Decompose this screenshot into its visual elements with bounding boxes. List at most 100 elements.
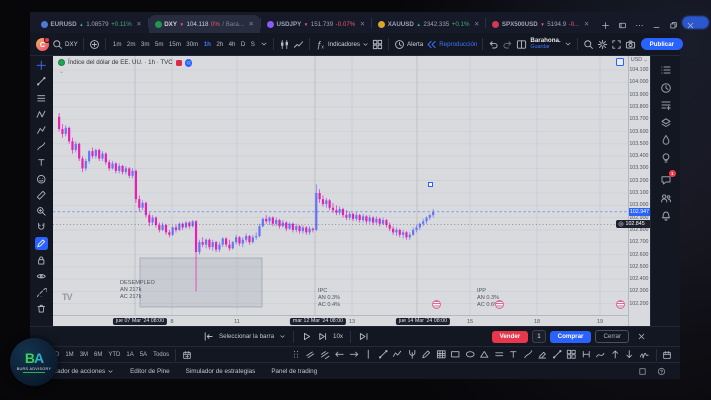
range-todos[interactable]: Todos: [153, 352, 169, 358]
fullscreen-button[interactable]: [611, 39, 622, 50]
link-tool[interactable]: [35, 286, 48, 299]
eraser-tool-icon[interactable]: [537, 349, 548, 360]
xabcd-pattern-tool[interactable]: [35, 108, 48, 121]
timeframe-3m[interactable]: 3m: [139, 40, 152, 49]
chevron-down-icon[interactable]: [279, 333, 286, 340]
fib-retracement-tool[interactable]: [35, 91, 48, 104]
range-1m[interactable]: 1M: [65, 352, 73, 358]
chart-pane[interactable]: Índice del dólar de EE. UU. · 1h · TVC ⌄…: [53, 56, 628, 315]
object-tree-icon[interactable]: [660, 116, 672, 128]
timeframe-1m[interactable]: 1m: [111, 40, 124, 49]
compare-button[interactable]: [89, 39, 100, 50]
measure-tool-icon[interactable]: [581, 349, 592, 360]
lock-all-tool[interactable]: [35, 253, 48, 266]
redo-button[interactable]: [502, 39, 513, 50]
ray-right-tool-icon[interactable]: [349, 349, 360, 360]
undo-button[interactable]: [488, 39, 499, 50]
close-window-button[interactable]: [686, 21, 695, 30]
news-icon[interactable]: [660, 98, 672, 110]
legend-collapse-chevron[interactable]: ⌄: [59, 68, 64, 75]
brush-tool[interactable]: [35, 140, 48, 153]
timeframe-5m[interactable]: 5m: [153, 40, 166, 49]
vertical-line-tool-icon[interactable]: [363, 349, 374, 360]
minimize-button[interactable]: [652, 21, 661, 30]
legend-red-icon[interactable]: [176, 60, 182, 66]
indicators-button[interactable]: ƒx Indicadores: [315, 39, 369, 50]
range-3m[interactable]: 3M: [80, 352, 88, 358]
timeframe-D[interactable]: D: [239, 40, 248, 49]
close-replay-icon[interactable]: [637, 332, 646, 341]
quick-search-button[interactable]: [583, 39, 594, 50]
signature-tool-icon[interactable]: [639, 349, 650, 360]
timeframe-4h[interactable]: 4h: [226, 40, 237, 49]
browser-tab-dxy[interactable]: DXY▼104.1180%/ Bara...✕: [149, 15, 260, 33]
range-1a[interactable]: 1A: [126, 352, 133, 358]
snapshot-camera-icon[interactable]: [625, 39, 636, 50]
ruler-tool[interactable]: [35, 189, 48, 202]
timeframe-1h[interactable]: 1h: [202, 40, 214, 49]
rectangle-tool-icon[interactable]: [450, 349, 461, 360]
chevron-down-icon[interactable]: [260, 40, 268, 48]
bottom-tab-2[interactable]: Editor de Pine: [130, 368, 170, 375]
legend-replay-icon[interactable]: [185, 59, 193, 67]
zoom-in-tool[interactable]: [35, 205, 48, 218]
arrow-up-tool-icon[interactable]: [610, 349, 621, 360]
economic-event-flag-icon[interactable]: [616, 300, 625, 309]
replay-handle[interactable]: [428, 182, 433, 187]
ideas-icon[interactable]: [660, 151, 672, 163]
close-position-button[interactable]: Cerrar: [595, 330, 629, 343]
go-to-date-icon[interactable]: [182, 350, 192, 360]
watchlist-icon[interactable]: [660, 63, 672, 75]
range-5a[interactable]: 5A: [140, 352, 147, 358]
timeframe-2h[interactable]: 2h: [214, 40, 225, 49]
replay-button[interactable]: Reproducción: [426, 39, 477, 50]
arrow-down-tool-icon[interactable]: [624, 349, 635, 360]
ellipse-tool-icon[interactable]: [465, 349, 476, 360]
timeframe-30m[interactable]: 30m: [184, 40, 200, 49]
drag-handle-tool-icon[interactable]: [291, 349, 302, 360]
tab-close-icon[interactable]: ✕: [584, 20, 589, 28]
draw-tool[interactable]: [35, 237, 48, 250]
select-bar-label[interactable]: Seleccionar la barra: [219, 333, 274, 340]
chart-style-button[interactable]: [279, 39, 290, 50]
add-order-plus-icon[interactable]: [618, 221, 624, 227]
calendar-icon[interactable]: [662, 350, 672, 360]
forecast-tool[interactable]: [35, 124, 48, 137]
symbol-search[interactable]: DXY: [52, 39, 78, 50]
restore-button[interactable]: [669, 21, 678, 30]
grid-tool-icon[interactable]: [566, 349, 577, 360]
new-tab-button[interactable]: [601, 21, 610, 30]
notifications-icon[interactable]: [660, 208, 672, 220]
hotlists-icon[interactable]: [660, 133, 672, 145]
price-axis[interactable]: USD 102.947 102.845 104.100104.000103.90…: [628, 56, 650, 326]
quantity-field[interactable]: 1: [532, 330, 545, 343]
parallel-channel-tool-icon[interactable]: [305, 349, 316, 360]
alerts-clock-icon[interactable]: [660, 81, 672, 93]
parallel-lines-tool-icon[interactable]: [494, 349, 505, 360]
timeframe-2m[interactable]: 2m: [125, 40, 138, 49]
panel-toggle-icon[interactable]: [638, 367, 647, 376]
disjoint-channel-tool-icon[interactable]: [320, 349, 331, 360]
chart-legend[interactable]: Índice del dólar de EE. UU. · 1h · TVC: [58, 59, 192, 67]
curve-tool-icon[interactable]: [595, 349, 606, 360]
more-icon[interactable]: [635, 21, 644, 30]
browser-tab-usdjpy[interactable]: USDJPY▼151.739-0.07%✕: [261, 15, 371, 33]
range-ytd[interactable]: YTD: [108, 352, 120, 358]
save-layout-button[interactable]: Barahona. Guardar: [530, 38, 560, 51]
tab-search-icon[interactable]: [618, 21, 627, 30]
layout-grid-button[interactable]: [372, 39, 383, 50]
sell-button[interactable]: Vender: [492, 331, 529, 343]
skip-to-end-button[interactable]: [358, 331, 369, 342]
buy-button[interactable]: Comprar: [550, 331, 592, 343]
step-forward-button[interactable]: [317, 331, 328, 342]
bottom-tab-4[interactable]: Panel de trading: [271, 368, 317, 375]
play-button[interactable]: [301, 331, 312, 342]
fib-retracement-tool-icon[interactable]: [436, 349, 447, 360]
triangle-tool-icon[interactable]: [479, 349, 490, 360]
range-6m[interactable]: 6M: [94, 352, 102, 358]
emoji-tool[interactable]: [35, 172, 48, 185]
publish-button[interactable]: Publicar: [641, 38, 683, 50]
pencil-tool-icon[interactable]: [421, 349, 432, 360]
replay-speed[interactable]: 10x: [333, 333, 343, 340]
settings-gear-icon[interactable]: [597, 39, 608, 50]
